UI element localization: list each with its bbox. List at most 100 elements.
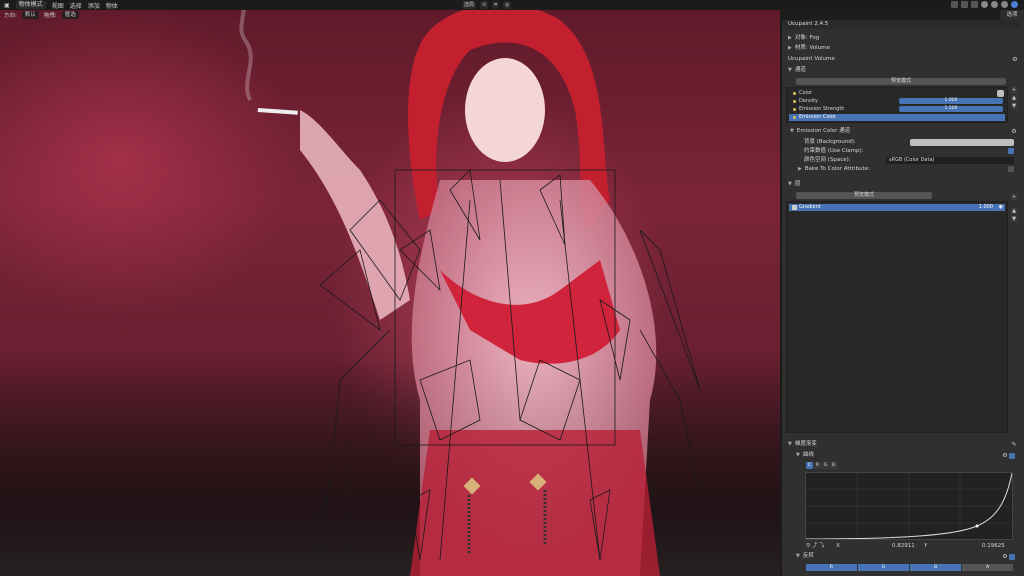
tool-settings-bar: 方向: 默认 拖拽: 框选 — [0, 10, 79, 20]
wrench-icon[interactable]: ✎ — [1011, 442, 1017, 448]
collapse-icon: ▼ — [796, 553, 800, 559]
rendered-shading-icon[interactable] — [1011, 1, 1018, 8]
use-clamp-label: 约束数值 (Use Clamp): — [804, 148, 864, 154]
expand-icon: ▶ — [798, 166, 802, 172]
curve-editor[interactable] — [805, 472, 1013, 540]
gear-icon[interactable]: ⚙ — [1002, 554, 1008, 560]
collapse-icon: ▼ — [788, 67, 792, 73]
character-arm — [300, 110, 410, 320]
collapse-icon: ▼ — [790, 128, 794, 134]
color-space-label: 颜色空间 (Space): — [804, 157, 851, 163]
gear-icon[interactable]: ⚙ — [1012, 57, 1018, 63]
channel-color[interactable]: Color — [789, 90, 1005, 97]
curve-y-label: Y — [924, 543, 928, 549]
drag-dropdown[interactable]: 框选 — [61, 11, 79, 19]
layers-header[interactable]: ▼ 层 — [788, 180, 800, 189]
background-field[interactable] — [910, 139, 1014, 146]
curve-header[interactable]: ▼ 曲线 — [796, 451, 814, 460]
invert-enable-checkbox[interactable] — [1009, 554, 1015, 560]
color-space-dropdown[interactable]: sRGB (Color Data) — [886, 157, 1014, 164]
curve-channel-g[interactable]: G — [822, 462, 829, 469]
density-field[interactable]: 1.000 — [899, 98, 1003, 104]
gradient-icon — [792, 205, 797, 210]
invert-a-button[interactable]: A — [962, 564, 1013, 571]
drag-label: 拖拽: — [43, 13, 57, 19]
bake-checkbox[interactable] — [1008, 166, 1014, 172]
orientation-dropdown[interactable]: 默认 — [21, 11, 39, 19]
curve-y-value[interactable]: 0.19625 — [982, 542, 1005, 551]
shading-tools — [951, 1, 1018, 8]
character-skirt — [410, 430, 660, 576]
smoke — [238, 0, 253, 101]
invert-r-button[interactable]: R — [806, 564, 857, 571]
background-label: 背景 (Background): — [804, 139, 856, 145]
move-down-button[interactable]: ▼ — [1011, 103, 1017, 109]
curve-x-value[interactable]: 0.82911 — [892, 542, 915, 551]
material-row[interactable]: ▶ 材质: Volume — [788, 44, 830, 53]
bake-row[interactable]: ▶ Bake To Color Attribute: — [798, 165, 870, 174]
viewport-scene — [238, 0, 701, 576]
curve-channel-b[interactable]: B — [830, 462, 837, 469]
curve-enable-checkbox[interactable] — [1009, 453, 1015, 459]
mode-dropdown[interactable]: 物体模式 — [15, 1, 46, 9]
gizmo-icon[interactable] — [961, 1, 968, 8]
emission-strength-field[interactable]: 1.500 — [899, 106, 1003, 112]
gradient-header[interactable]: ▼ 梯度渐变 — [788, 440, 817, 449]
layer-down-button[interactable]: ▼ — [1011, 216, 1017, 222]
panel-title: Ucupaint 2.4.5 — [782, 20, 1020, 29]
collapse-icon: ▼ — [796, 452, 800, 458]
curve-x-label: X — [836, 543, 840, 549]
cigarette — [257, 108, 298, 115]
options-tab[interactable]: 选项 — [1000, 10, 1024, 20]
transform-tools: 选局 ⊙ ⌗ ◎ — [462, 1, 512, 9]
node-row: Ucupaint Volume — [788, 56, 835, 62]
3d-viewport[interactable] — [0, 0, 780, 576]
menu-select[interactable]: 选择 — [70, 1, 82, 10]
layer-gradient[interactable]: Gradient 1.000 ◉ — [789, 204, 1005, 211]
solid-shading-icon[interactable] — [991, 1, 998, 8]
channel-emission-color[interactable]: Emission Color — [789, 114, 1005, 121]
transform-space-dropdown[interactable]: 选局 — [462, 1, 477, 9]
gear-icon[interactable]: ⚙ — [1002, 453, 1008, 459]
curve-channel-r[interactable]: R — [814, 462, 821, 469]
channel-settings-header[interactable]: ▼ Emission Color 通道 — [790, 127, 850, 136]
collapse-icon: ▼ — [788, 441, 792, 447]
object-row[interactable]: ▶ 对象: Fog — [788, 34, 819, 43]
eye-icon[interactable]: ◉ — [999, 204, 1003, 211]
color-swatch[interactable] — [997, 90, 1004, 97]
gear-icon[interactable]: ⚙ — [1011, 129, 1017, 135]
snap-icon[interactable]: ⌗ — [492, 1, 500, 9]
character-face — [465, 58, 545, 162]
material-shading-icon[interactable] — [1001, 1, 1008, 8]
curve-channel-c[interactable]: C — [806, 462, 813, 469]
layers-preview-button[interactable]: 预览模式 — [796, 192, 932, 199]
wireframe-shading-icon[interactable] — [981, 1, 988, 8]
move-up-button[interactable]: ▲ — [1011, 95, 1017, 101]
channels-list: Color Density Emission Strength Emission… — [786, 87, 1008, 123]
menu-view[interactable]: 视图 — [52, 1, 64, 10]
orientation-label: 方向: — [4, 13, 17, 19]
add-layer-button[interactable]: + — [1011, 194, 1017, 200]
preview-mode-button[interactable]: 预览模式 — [796, 78, 1006, 85]
use-clamp-checkbox[interactable] — [1008, 148, 1014, 154]
curve-graph — [805, 472, 1013, 540]
layers-list: Gradient 1.000 ◉ — [786, 201, 1008, 433]
editor-type-icon[interactable]: ▣ — [4, 2, 10, 9]
channels-header[interactable]: ▼ 通道 — [788, 66, 806, 75]
menu-add[interactable]: 添加 — [88, 1, 100, 10]
collapse-icon: ▼ — [788, 181, 792, 187]
expand-icon: ▶ — [788, 45, 792, 51]
add-channel-button[interactable]: + — [1011, 87, 1017, 93]
menu-object[interactable]: 物体 — [106, 1, 118, 10]
layer-up-button[interactable]: ▲ — [1011, 208, 1017, 214]
proportional-icon[interactable]: ◎ — [503, 1, 512, 9]
header-bar: ▣ 物体模式 视图 选择 添加 物体 — [0, 0, 1024, 10]
pivot-icon[interactable]: ⊙ — [480, 1, 489, 9]
invert-g-button[interactable]: G — [858, 564, 909, 571]
expand-icon: ▶ — [788, 35, 792, 41]
invert-header[interactable]: ▼ 反转 — [796, 552, 814, 561]
invert-b-button[interactable]: B — [910, 564, 961, 571]
overlay-icon[interactable] — [971, 1, 978, 8]
curve-tools[interactable]: ⚲ ⤴ ⤵ — [806, 542, 825, 551]
visibility-icon[interactable] — [951, 1, 958, 8]
